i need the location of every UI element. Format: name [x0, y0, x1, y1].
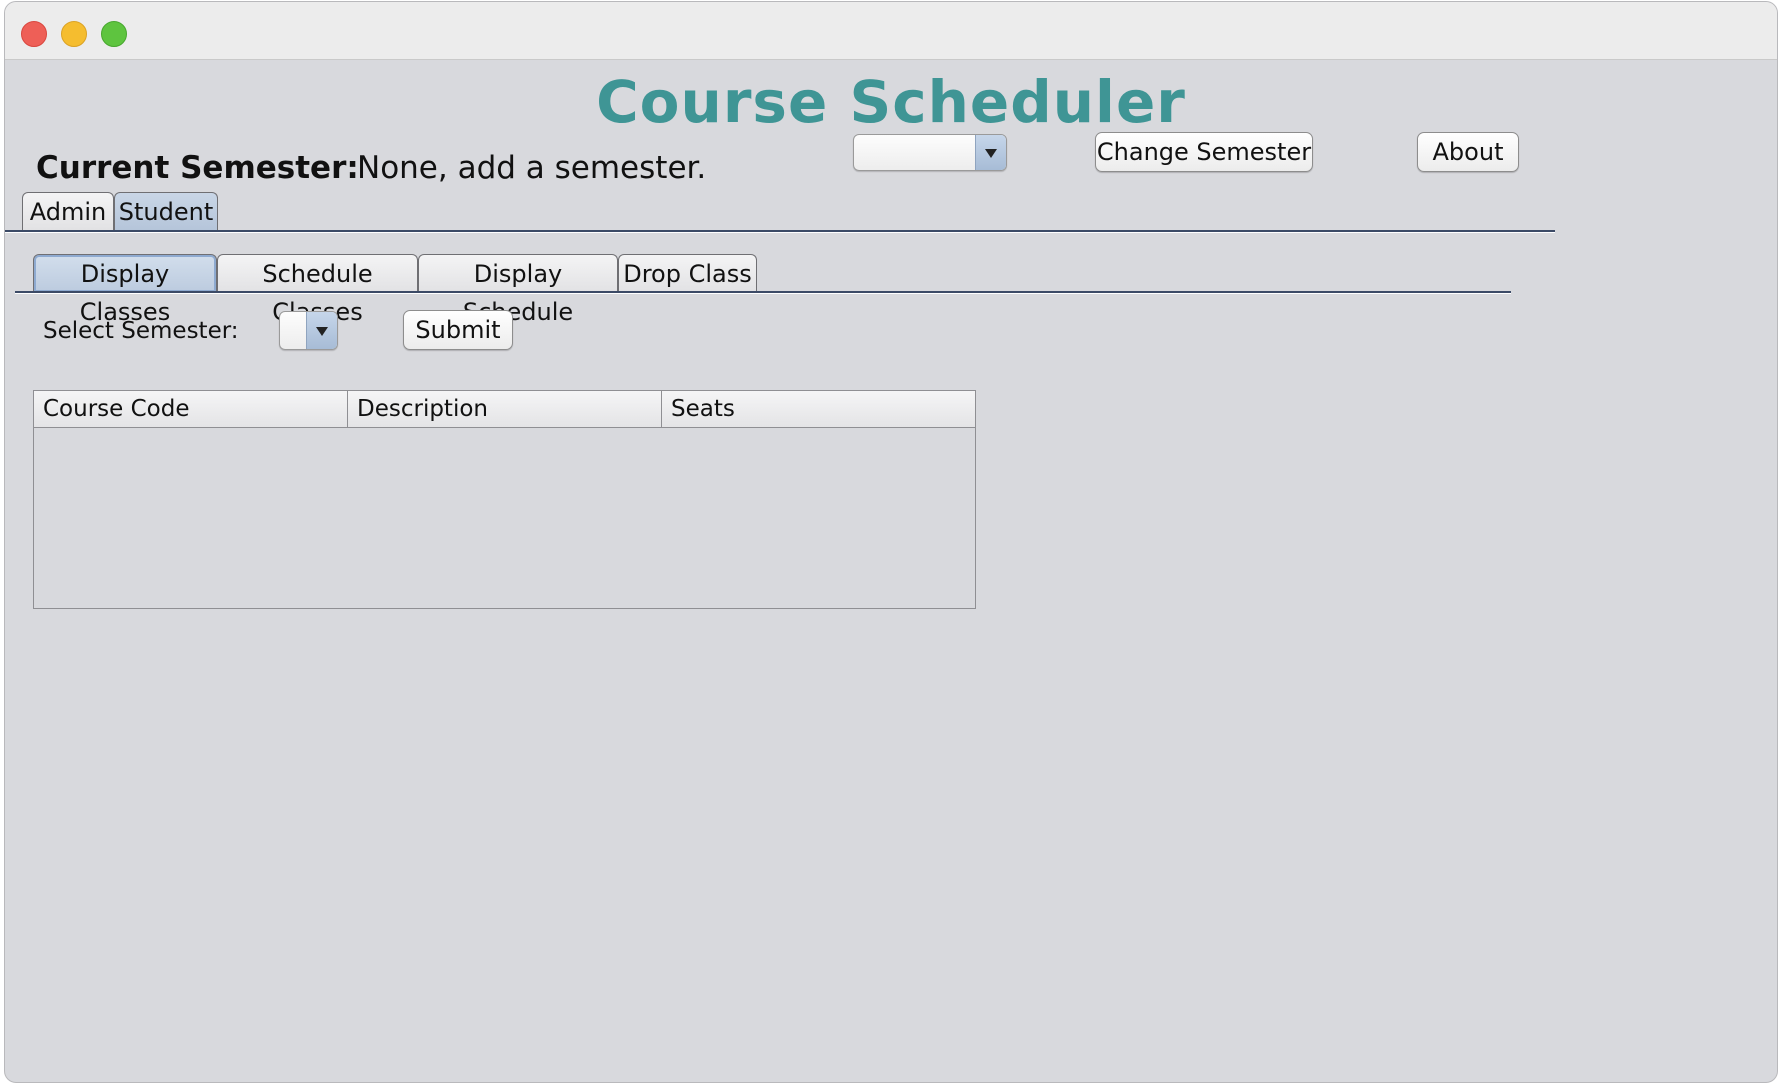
table-header: Course Code Description Seats: [34, 391, 975, 428]
title-bar: [5, 2, 1777, 60]
main-tabs-divider: [5, 230, 1555, 233]
chevron-down-icon: [306, 312, 337, 349]
current-semester-value: None, add a semester.: [357, 150, 707, 186]
student-tabs-divider: [15, 291, 1511, 294]
close-window-button[interactable]: [21, 21, 47, 47]
maximize-window-button[interactable]: [101, 21, 127, 47]
column-header-description[interactable]: Description: [348, 391, 662, 427]
current-semester-label: Current Semester:: [36, 150, 359, 186]
about-button[interactable]: About: [1417, 132, 1519, 172]
app-window: Course Scheduler Current Semester: None,…: [4, 1, 1778, 1083]
select-semester-label: Select Semester:: [43, 318, 239, 344]
chevron-down-icon: [975, 135, 1006, 170]
change-semester-button[interactable]: Change Semester: [1095, 132, 1313, 172]
tab-display-classes[interactable]: Display Classes: [33, 254, 217, 326]
minimize-window-button[interactable]: [61, 21, 87, 47]
select-semester-combo[interactable]: [279, 311, 338, 350]
semester-combo[interactable]: [853, 134, 1007, 171]
tab-drop-class[interactable]: Drop Class: [618, 254, 757, 292]
submit-button[interactable]: Submit: [403, 310, 513, 350]
tab-student[interactable]: Student: [114, 192, 218, 230]
column-header-course-code[interactable]: Course Code: [34, 391, 348, 427]
tab-schedule-classes[interactable]: Schedule Classes: [217, 254, 418, 326]
tab-display-schedule[interactable]: Display Schedule: [418, 254, 618, 326]
column-header-seats[interactable]: Seats: [662, 391, 975, 427]
tab-admin[interactable]: Admin: [22, 192, 114, 230]
app-title: Course Scheduler: [596, 68, 1186, 136]
classes-table[interactable]: Course Code Description Seats: [33, 390, 976, 609]
